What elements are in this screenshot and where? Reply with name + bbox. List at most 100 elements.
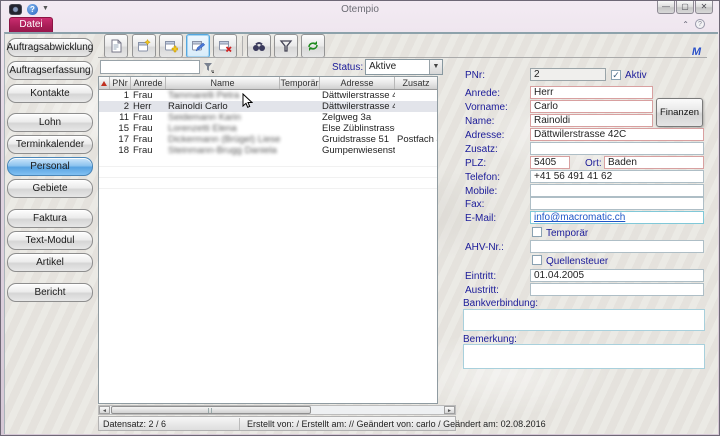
adresse-field[interactable] <box>530 128 704 141</box>
sidebar-item-lohn[interactable]: Lohn <box>7 113 93 132</box>
duplicate-record-button[interactable] <box>159 34 183 58</box>
blurred-name: Steinmann-Brugg Daniela <box>166 145 280 156</box>
plz-field[interactable] <box>530 156 570 169</box>
email-label: E-Mail: <box>465 213 496 224</box>
mobile-field[interactable] <box>530 184 704 197</box>
table-row[interactable]: 17FrauDickermann (Brügel) LieselotteGrui… <box>99 134 437 145</box>
scroll-left-icon[interactable]: ◄ <box>99 406 110 414</box>
personnel-table: PNr Anrede Name Temporär Adresse Zusatz … <box>98 76 438 404</box>
blurred-name: Tammarelli Petra <box>166 90 280 101</box>
column-header-temporar[interactable]: Temporär <box>280 77 320 89</box>
aktiv-checkbox[interactable]: ✓ <box>611 70 621 80</box>
empty-table-row <box>99 156 437 167</box>
collapse-ribbon-icon[interactable]: ⌃ <box>682 20 689 29</box>
sidebar-item-text-modul[interactable]: Text-Modul <box>7 231 93 250</box>
filter-button[interactable] <box>274 34 298 58</box>
scroll-right-icon[interactable]: ► <box>444 406 455 414</box>
ort-field[interactable] <box>604 156 704 169</box>
new-record-button[interactable] <box>132 34 156 58</box>
delete-record-button[interactable] <box>213 34 237 58</box>
app-window: ? ▼ Otempio — ▢ ✕ Datei ⌃ ? Auftragsabwi… <box>0 0 720 436</box>
column-header-name[interactable]: Name <box>166 77 280 89</box>
quellensteuer-checkbox[interactable] <box>532 255 542 265</box>
filter-icon <box>279 39 293 53</box>
ort-label: Ort: <box>585 158 602 169</box>
column-filter-icon[interactable] <box>203 62 215 73</box>
minimize-button[interactable]: — <box>657 1 675 14</box>
bankverbindung-label: Bankverbindung: <box>463 298 538 309</box>
bemerkung-field[interactable] <box>463 344 705 369</box>
mobile-label: Mobile: <box>465 186 497 197</box>
sidebar-item-auftragserfassung[interactable]: Auftragserfassung <box>7 61 93 80</box>
column-header-anrede[interactable]: Anrede <box>131 77 166 89</box>
sidebar-item-terminkalender[interactable]: Terminkalender <box>7 135 93 154</box>
dropdown-arrow-icon[interactable]: ▼ <box>429 60 442 74</box>
horizontal-scrollbar[interactable]: ◄ ► <box>98 405 456 415</box>
edit-record-button[interactable] <box>186 34 210 58</box>
bankverbindung-field[interactable] <box>463 309 705 331</box>
anrede-field[interactable] <box>530 86 653 99</box>
table-row[interactable]: 18FrauSteinmann-Brugg DanielaGumpenwiese… <box>99 145 437 156</box>
sidebar-item-auftragsabwicklung[interactable]: Auftragsabwicklung <box>7 38 93 57</box>
table-row[interactable]: 15FrauLorenzetti ElenaElse Züblinstrasse… <box>99 123 437 134</box>
sidebar-item-personal[interactable]: Personal <box>7 157 93 176</box>
column-header-adresse[interactable]: Adresse <box>320 77 395 89</box>
quick-filter-input[interactable] <box>100 60 200 74</box>
report-icon <box>109 39 123 53</box>
table-row[interactable]: 1FrauTammarelli PetraDättwilerstrasse 42… <box>99 90 437 101</box>
eintritt-field[interactable] <box>530 269 704 282</box>
zusatz-label: Zusatz: <box>465 144 498 155</box>
duplicate-record-icon <box>164 39 178 53</box>
toolbar-divider <box>98 57 707 58</box>
temporar-checkbox[interactable] <box>532 227 542 237</box>
name-label: Name: <box>465 116 494 127</box>
empty-table-row <box>99 178 437 189</box>
sidebar-item-faktura[interactable]: Faktura <box>7 209 93 228</box>
plz-label: PLZ: <box>465 158 486 169</box>
new-record-icon <box>137 39 151 53</box>
vorname-field[interactable] <box>530 100 653 113</box>
search-icon <box>252 39 266 53</box>
ahv-field[interactable] <box>530 240 704 253</box>
zusatz-field[interactable] <box>530 142 704 155</box>
status-filter-label: Status: <box>332 62 363 73</box>
mouse-cursor-icon <box>242 93 253 109</box>
table-row-selected[interactable]: 2HerrRainoldi CarloDättwilerstrasse 42C <box>99 101 437 112</box>
audit-info: Erstellt von: / Erstellt am: // Geändert… <box>247 419 546 429</box>
tab-datei[interactable]: Datei <box>9 17 53 32</box>
name-field[interactable] <box>530 114 653 127</box>
refresh-icon <box>306 39 320 53</box>
eintritt-label: Eintritt: <box>465 271 496 282</box>
sidebar-item-kontakte[interactable]: Kontakte <box>7 84 93 103</box>
fax-label: Fax: <box>465 199 484 210</box>
fax-field[interactable] <box>530 197 704 210</box>
finanzen-button[interactable]: Finanzen <box>656 98 703 127</box>
ribbon-help-icon[interactable]: ? <box>695 19 705 29</box>
delete-record-icon <box>218 39 232 53</box>
table-header-row: PNr Anrede Name Temporär Adresse Zusatz <box>99 77 437 90</box>
sort-indicator-column[interactable] <box>99 77 110 89</box>
sidebar-item-bericht[interactable]: Bericht <box>7 283 93 302</box>
sidebar-item-artikel[interactable]: Artikel <box>7 253 93 272</box>
pnr-field[interactable] <box>530 68 606 81</box>
maximize-button[interactable]: ▢ <box>676 1 694 14</box>
refresh-button[interactable] <box>301 34 325 58</box>
empty-table-row <box>99 167 437 178</box>
report-button[interactable] <box>104 34 128 58</box>
email-field[interactable] <box>530 211 704 224</box>
sort-asc-icon <box>101 81 107 86</box>
column-header-zusatz[interactable]: Zusatz <box>395 77 437 89</box>
sidebar-item-gebiete[interactable]: Gebiete <box>7 179 93 198</box>
status-filter-select[interactable]: Aktive ▼ <box>365 59 443 75</box>
austritt-field[interactable] <box>530 283 704 296</box>
column-header-pnr[interactable]: PNr <box>110 77 131 89</box>
close-button[interactable]: ✕ <box>695 1 713 14</box>
scrollbar-thumb[interactable] <box>111 406 311 414</box>
telefon-field[interactable] <box>530 170 704 183</box>
toolbar-separator <box>242 36 243 56</box>
status-filter-value: Aktive <box>369 61 396 72</box>
statusbar-divider <box>239 418 240 430</box>
austritt-label: Austritt: <box>465 285 499 296</box>
table-row[interactable]: 11FrauSeidemann KarinZelgweg 3a <box>99 112 437 123</box>
search-button[interactable] <box>247 34 271 58</box>
